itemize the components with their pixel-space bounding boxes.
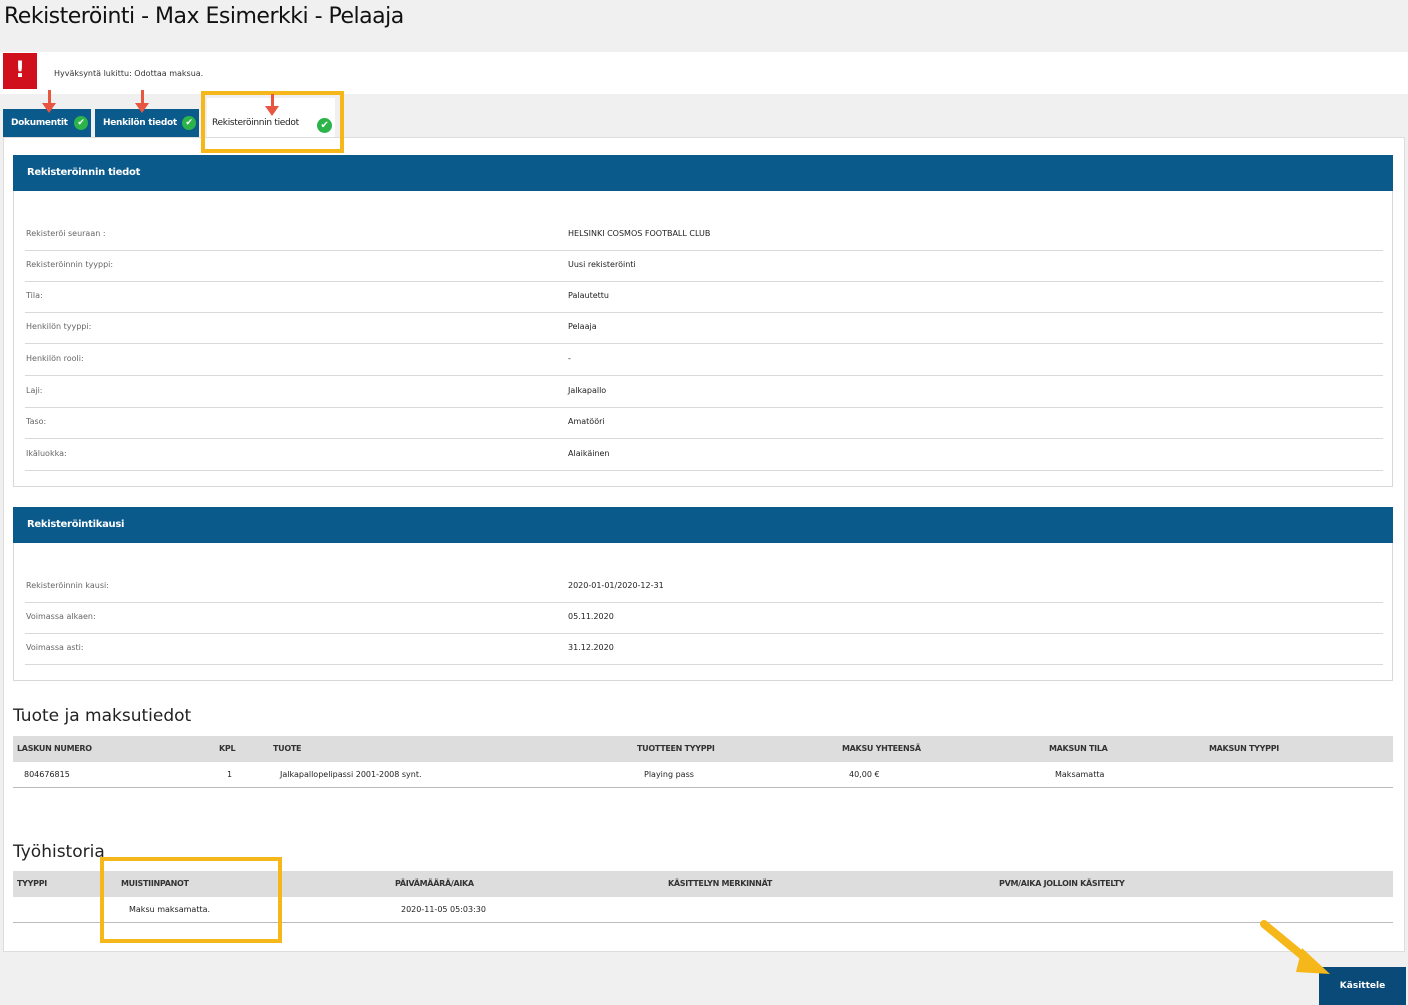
alert-message: Hyväksyntä lukittu: Odottaa maksua. — [54, 69, 204, 78]
check-icon: ✔ — [182, 116, 196, 130]
table-row: 804676815 1 Jalkapallopelipassi 2001-200… — [13, 762, 1393, 788]
column-header: TUOTE — [273, 744, 302, 753]
field-row: Voimassa alkaen: 05.11.2020 — [25, 603, 1383, 634]
field-value: Jalkapallo — [568, 386, 607, 395]
table-cell: Maksamatta — [1055, 770, 1105, 779]
field-row: Henkilön tyyppi: Pelaaja — [25, 313, 1383, 344]
annotation-arrow-icon — [48, 90, 51, 104]
page-title: Rekisteröinti - Max Esimerkki - Pelaaja — [4, 4, 404, 29]
column-header: TUOTTEEN TYYPPI — [637, 744, 715, 753]
history-heading: Työhistoria — [13, 842, 105, 862]
column-header: MAKSU YHTEENSÄ — [842, 744, 921, 753]
field-value: - — [568, 354, 571, 363]
column-header: KÄSITTELYN MERKINNÄT — [668, 879, 772, 888]
field-label: Voimassa alkaen: — [26, 612, 96, 621]
column-header: TYYPPI — [17, 879, 47, 888]
field-label: Henkilön tyyppi: — [26, 322, 92, 331]
tab-label: Henkilön tiedot — [103, 118, 177, 128]
annotation-arrow-icon — [141, 90, 144, 104]
exclamation-icon: ! — [3, 53, 37, 89]
annotation-arrow-icon — [1260, 920, 1330, 974]
column-header: MAKSUN TILA — [1049, 744, 1108, 753]
field-row: Ikäluokka: Alaikäinen — [25, 440, 1383, 471]
column-header: PÄIVÄMÄÄRÄ/AIKA — [395, 879, 474, 888]
field-label: Henkilön rooli: — [26, 354, 84, 363]
field-label: Voimassa asti: — [26, 643, 84, 652]
field-value: 05.11.2020 — [568, 612, 614, 621]
field-row: Rekisteröi seuraan : HELSINKI COSMOS FOO… — [25, 220, 1383, 251]
registration-details-section: Rekisteröinnin tiedot Rekisteröi seuraan… — [13, 155, 1393, 487]
table-cell: Jalkapallopelipassi 2001-2008 synt. — [280, 770, 422, 779]
annotation-arrow-icon — [265, 106, 279, 116]
tab-label: Dokumentit — [11, 118, 68, 128]
field-value: Amatööri — [568, 417, 605, 426]
field-label: Taso: — [26, 417, 47, 426]
annotation-arrow-icon — [135, 103, 149, 113]
section-header: Rekisteröintikausi — [13, 507, 1393, 543]
field-value: 31.12.2020 — [568, 643, 614, 652]
field-value: HELSINKI COSMOS FOOTBALL CLUB — [568, 229, 711, 238]
field-row: Rekisteröinnin tyyppi: Uusi rekisteröint… — [25, 251, 1383, 282]
table-cell: 804676815 — [24, 770, 70, 779]
column-header: MAKSUN TYYPPI — [1209, 744, 1279, 753]
field-row: Rekisteröinnin kausi: 2020-01-01/2020-12… — [25, 572, 1383, 603]
field-row: Voimassa asti: 31.12.2020 — [25, 634, 1383, 665]
column-header: KPL — [219, 744, 236, 753]
table-cell: 2020-11-05 05:03:30 — [401, 905, 486, 914]
field-row: Henkilön rooli: - — [25, 345, 1383, 376]
column-header: LASKUN NUMERO — [17, 744, 92, 753]
field-row: Laji: Jalkapallo — [25, 377, 1383, 408]
check-icon: ✔ — [74, 116, 88, 130]
tab-henkilon-tiedot[interactable]: Henkilön tiedot ✔ — [95, 109, 199, 137]
field-row: Tila: Palautettu — [25, 282, 1383, 313]
section-header: Rekisteröinnin tiedot — [13, 155, 1393, 191]
field-value: Alaikäinen — [568, 449, 610, 458]
products-heading: Tuote ja maksutiedot — [13, 706, 192, 726]
registration-period-section: Rekisteröintikausi Rekisteröinnin kausi:… — [13, 507, 1393, 681]
alert-bar — [0, 52, 1408, 94]
field-label: Rekisteröi seuraan : — [26, 229, 106, 238]
field-row: Taso: Amatööri — [25, 408, 1383, 439]
products-table-header: LASKUN NUMERO KPL TUOTE TUOTTEEN TYYPPI … — [13, 736, 1393, 762]
table-cell: 1 — [227, 770, 233, 779]
field-label: Tila: — [26, 291, 43, 300]
field-value: Uusi rekisteröinti — [568, 260, 636, 269]
table-cell: Playing pass — [644, 770, 694, 779]
tab-dokumentit[interactable]: Dokumentit ✔ — [3, 109, 91, 137]
table-cell: 40,00 € — [849, 770, 880, 779]
field-label: Rekisteröinnin kausi: — [26, 581, 109, 590]
field-value: Palautettu — [568, 291, 609, 300]
field-label: Rekisteröinnin tyyppi: — [26, 260, 114, 269]
field-value: Pelaaja — [568, 322, 597, 331]
field-label: Ikäluokka: — [26, 449, 67, 458]
field-label: Laji: — [26, 386, 43, 395]
annotation-arrow-icon — [42, 103, 56, 113]
column-header: PVM/AIKA JOLLOIN KÄSITELTY — [999, 879, 1125, 888]
field-value: 2020-01-01/2020-12-31 — [568, 581, 664, 590]
highlight-box — [100, 857, 282, 943]
